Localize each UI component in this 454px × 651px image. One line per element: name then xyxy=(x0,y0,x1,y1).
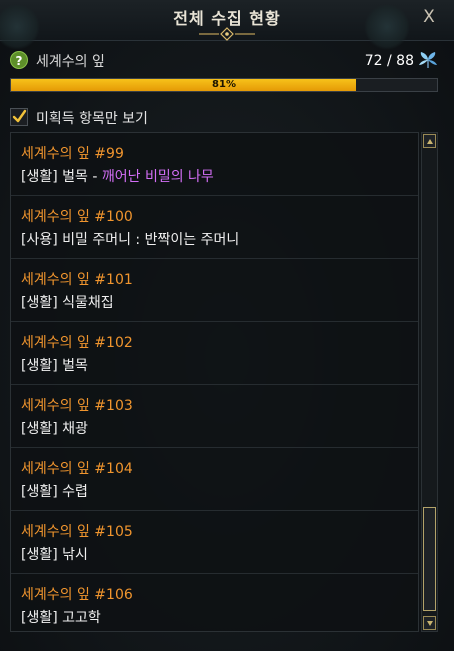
close-button[interactable]: X xyxy=(418,6,440,28)
window-title: 전체 수집 현황 xyxy=(173,9,281,28)
item-description: [생활] 고고학 xyxy=(21,607,101,627)
item-description-text: [사용] 비밀 주머니 : 반짝이는 주머니 xyxy=(21,232,240,248)
collection-count: 72 / 88 xyxy=(364,53,414,69)
item-description: [생활] 낚시 xyxy=(21,544,88,564)
item-description: [생활] 벌목 - 깨어난 비밀의 나무 xyxy=(21,166,214,186)
title-bar[interactable]: 전체 수집 현황 X xyxy=(0,0,454,50)
checkmark-icon xyxy=(12,109,27,123)
progress-label: 81% xyxy=(212,79,236,90)
arrow-down-icon xyxy=(427,621,433,626)
item-description: [생활] 벌목 xyxy=(21,355,88,375)
help-icon[interactable]: ? xyxy=(10,51,28,69)
item-title: 세계수의 잎 #100 xyxy=(21,209,133,225)
item-description-text: [생활] 벌목 xyxy=(21,358,88,374)
unobtained-only-toggle[interactable]: 미획득 항목만 보기 xyxy=(10,106,310,128)
item-description-text: [생활] 수렵 xyxy=(21,484,88,500)
item-description-text: [생활] 낚시 xyxy=(21,547,88,563)
scroll-thumb[interactable] xyxy=(423,507,436,611)
world-tree-leaf-icon xyxy=(419,52,437,68)
item-description-text: [생활] 고고학 xyxy=(21,610,101,626)
item-description-text: [생활] 채광 xyxy=(21,421,88,437)
arrow-up-icon xyxy=(427,139,433,144)
collection-header: ? 세계수의 잎 72 / 88 xyxy=(10,50,438,70)
scroll-up-button[interactable] xyxy=(423,134,436,148)
list-item[interactable]: 세계수의 잎 #99 [생활] 벌목 - 깨어난 비밀의 나무 xyxy=(11,133,418,196)
collection-list[interactable]: 세계수의 잎 #99 [생활] 벌목 - 깨어난 비밀의 나무세계수의 잎 #10… xyxy=(10,132,419,632)
item-title: 세계수의 잎 #99 xyxy=(21,146,124,162)
list-item[interactable]: 세계수의 잎 #100 [사용] 비밀 주머니 : 반짝이는 주머니 xyxy=(11,196,418,259)
item-title: 세계수의 잎 #105 xyxy=(21,524,133,540)
item-description: [사용] 비밀 주머니 : 반짝이는 주머니 xyxy=(21,229,239,249)
collection-name: 세계수의 잎 xyxy=(36,54,105,70)
item-title: 세계수의 잎 #102 xyxy=(21,335,133,351)
item-title: 세계수의 잎 #103 xyxy=(21,398,133,414)
item-description: [생활] 식물채집 xyxy=(21,292,114,312)
item-title: 세계수의 잎 #104 xyxy=(21,461,133,477)
list-scrollbar[interactable] xyxy=(421,132,438,632)
list-item[interactable]: 세계수의 잎 #102 [생활] 벌목 xyxy=(11,322,418,385)
collection-window: 전체 수집 현황 X ? 세계수의 잎 72 / 88 81% 미획득 항목만 … xyxy=(0,0,454,651)
collection-progress-bar: 81% xyxy=(10,78,438,92)
item-description-text: [생활] 벌목 - xyxy=(21,169,102,185)
unobtained-only-checkbox[interactable] xyxy=(10,108,28,126)
item-title: 세계수의 잎 #101 xyxy=(21,272,133,288)
item-description-text: [생활] 식물채집 xyxy=(21,295,114,311)
item-description: [생활] 수렵 xyxy=(21,481,88,501)
list-item[interactable]: 세계수의 잎 #103 [생활] 채광 xyxy=(11,385,418,448)
title-ornament-icon xyxy=(199,27,255,41)
item-title: 세계수의 잎 #106 xyxy=(21,587,133,603)
filter-label: 미획득 항목만 보기 xyxy=(36,111,148,127)
item-description: [생활] 채광 xyxy=(21,418,88,438)
item-location-highlight: 깨어난 비밀의 나무 xyxy=(101,169,214,185)
list-item[interactable]: 세계수의 잎 #105 [생활] 낚시 xyxy=(11,511,418,574)
list-item[interactable]: 세계수의 잎 #106 [생활] 고고학 xyxy=(11,574,418,631)
list-item[interactable]: 세계수의 잎 #104 [생활] 수렵 xyxy=(11,448,418,511)
list-item[interactable]: 세계수의 잎 #101 [생활] 식물채집 xyxy=(11,259,418,322)
scroll-down-button[interactable] xyxy=(423,616,436,630)
